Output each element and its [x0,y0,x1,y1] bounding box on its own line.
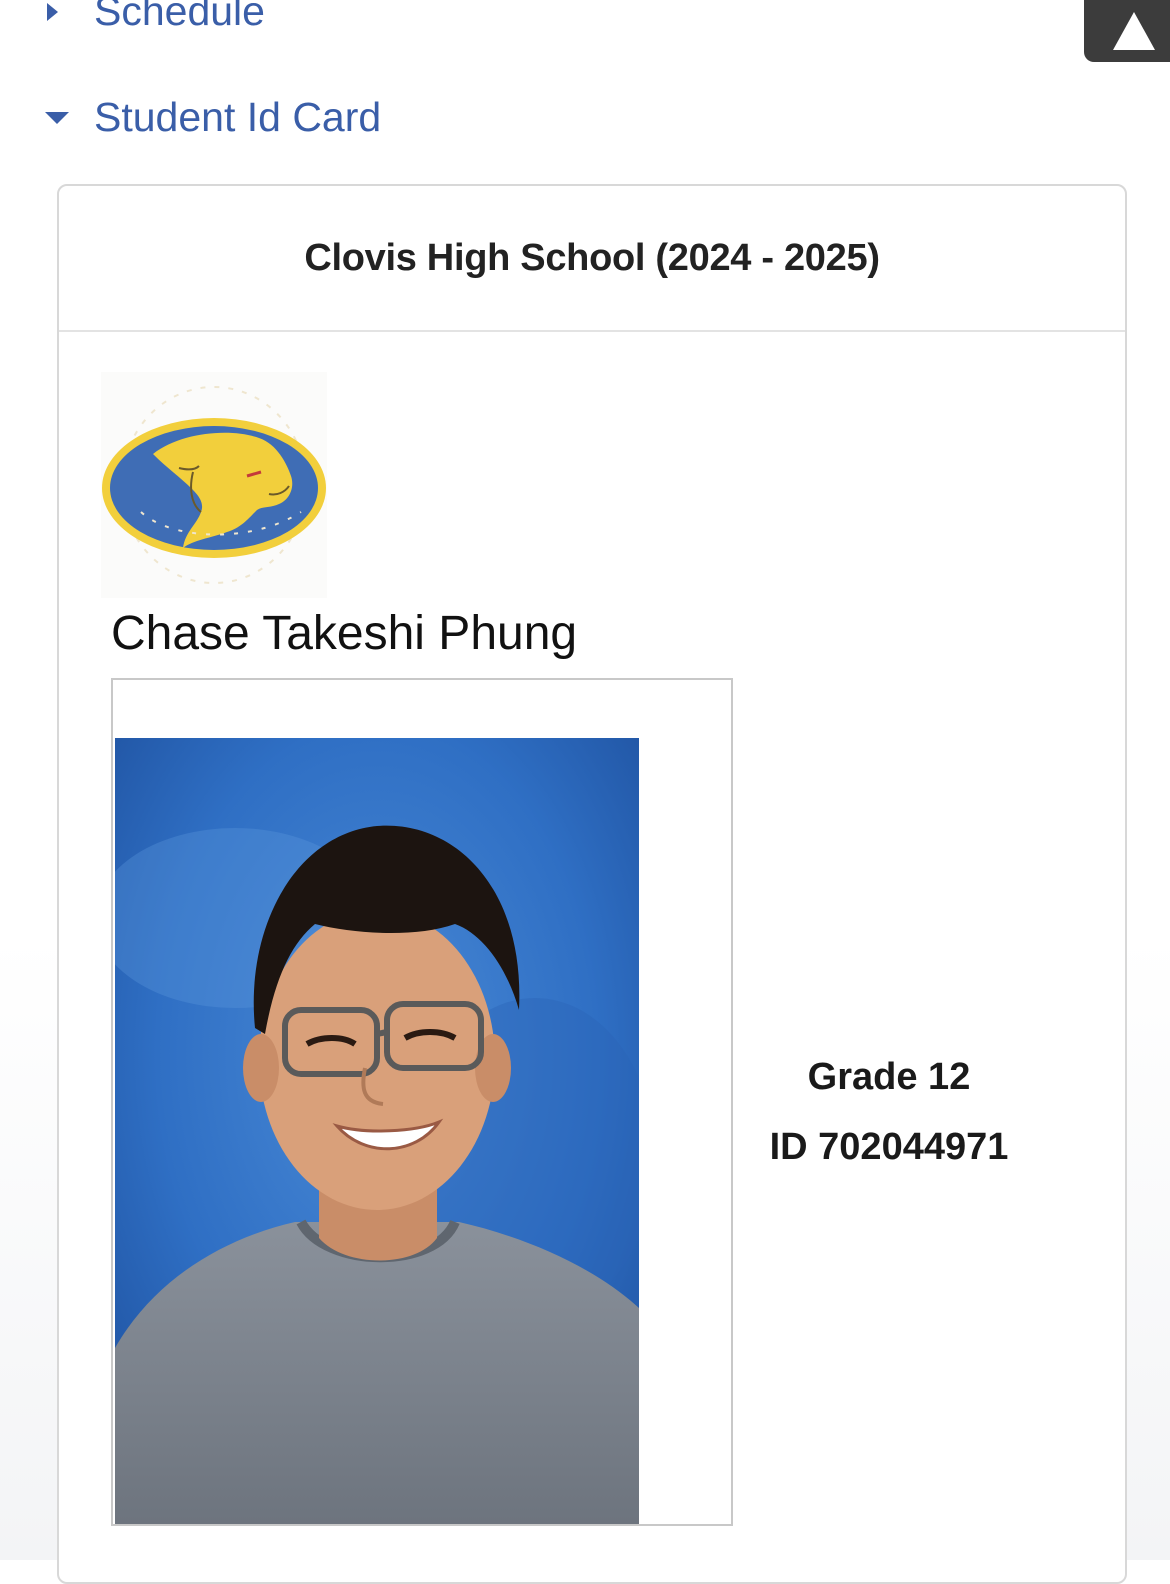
student-info: Grade 12 ID 702044971 [739,1042,1039,1182]
student-name: Chase Takeshi Phung [111,607,578,660]
card-header: Clovis High School (2024 - 2025) [59,186,1125,332]
caret-right-icon [44,1,94,23]
photo-frame [111,678,733,1526]
caret-down-icon [44,110,94,126]
scroll-to-top-button[interactable] [1084,0,1170,62]
student-id-card-section-toggle[interactable]: Student Id Card [44,94,381,141]
schedule-label: Schedule [94,0,265,34]
school-cougar-logo [101,372,327,598]
up-triangle-icon [1113,12,1155,50]
schedule-section-toggle[interactable]: Schedule [44,0,265,35]
student-id-card: Clovis High School (2024 - 2025) Chase T… [57,184,1127,1584]
student-grade: Grade 12 [807,1056,971,1098]
student-photo [115,738,639,1524]
student-id-card-label: Student Id Card [94,94,382,140]
student-id-number: ID 702044971 [769,1126,1009,1168]
school-title: Clovis High School (2024 - 2025) [304,236,880,279]
